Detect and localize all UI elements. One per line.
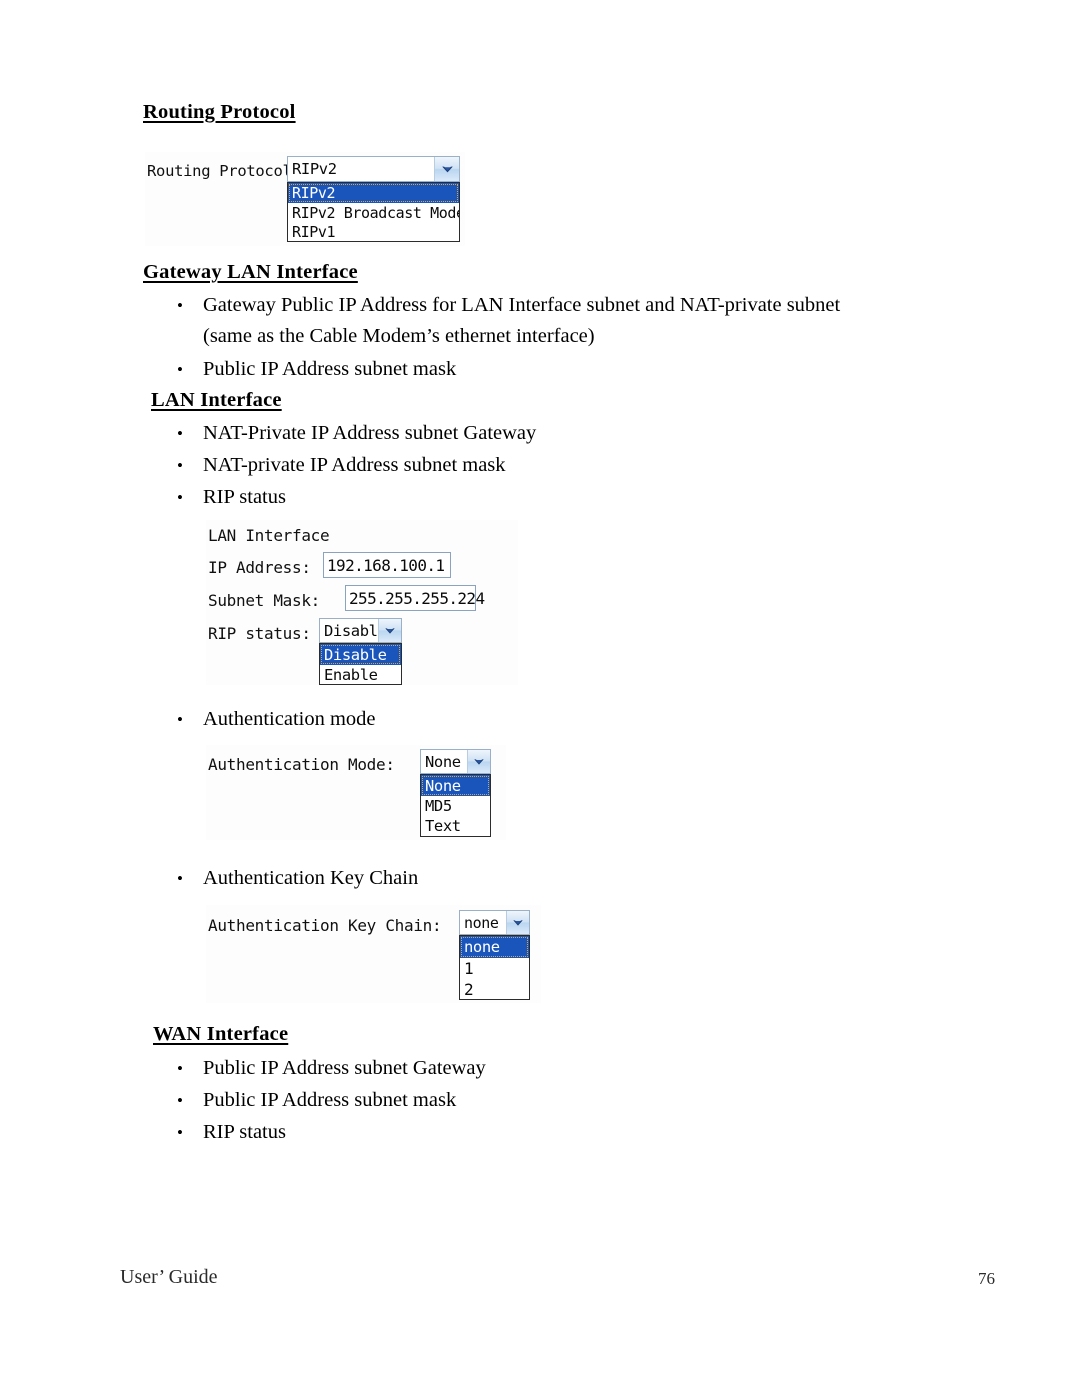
authentication-mode-screenshot: Authentication Mode: None None MD5 Text [206,745,506,840]
list-item-label: RIP status [203,486,286,508]
list-item: • Authentication mode [177,707,376,732]
heading-routing-protocol: Routing Protocol [143,101,296,123]
authentication-key-chain-select-value: none [464,913,499,932]
list-item-continuation: (same as the Cable Modem’s ethernet inte… [203,325,595,347]
authentication-key-chain-label: Authentication Key Chain: [208,916,442,935]
authentication-mode-select-value: None [425,752,461,771]
authentication-key-chain-screenshot: Authentication Key Chain: none none 1 2 [206,905,541,1003]
list-item: • Public IP Address subnet mask [177,357,456,382]
rip-status-option-list[interactable]: Disable Enable [319,643,402,685]
bullet-glyph: • [177,296,183,315]
heading-gateway-lan-interface: Gateway LAN Interface [143,261,358,283]
list-item-label: NAT-private IP Address subnet mask [203,454,506,476]
list-item-label: NAT-Private IP Address subnet Gateway [203,422,537,444]
list-item-label: RIP status [203,1121,286,1143]
list-item-label: Authentication Key Chain [203,867,419,889]
document-page: Routing Protocol Routing Protocol: RIPv2… [0,0,1080,1397]
routing-protocol-label: Routing Protocol: [147,162,301,180]
routing-protocol-screenshot: Routing Protocol: RIPv2 RIPv2 RIPv2 Broa… [145,152,465,246]
bullet-glyph: • [177,488,183,507]
routing-protocol-option-list[interactable]: RIPv2 RIPv2 Broadcast Mode RIPv1 [287,182,460,242]
bullet-glyph: • [177,710,183,729]
list-item: • Authentication Key Chain [177,866,418,891]
bullet-glyph: • [177,869,183,888]
list-item: • Public IP Address subnet Gateway [177,1056,486,1081]
authentication-mode-option[interactable]: MD5 [421,796,490,816]
list-item-label: Public IP Address subnet mask [203,1089,457,1111]
heading-wan-interface: WAN Interface [153,1023,289,1045]
routing-protocol-option[interactable]: RIPv1 [288,222,459,241]
rip-status-select-value: Disable [324,621,378,640]
authentication-key-chain-option[interactable]: none [460,936,529,958]
authentication-mode-option[interactable]: None [421,775,490,796]
lan-interface-screenshot: LAN Interface IP Address: 192.168.100.1 … [206,520,518,685]
rip-status-select[interactable]: Disable [319,618,402,643]
chevron-down-icon[interactable] [434,157,459,181]
subnet-mask-field[interactable]: 255.255.255.224 [345,585,485,611]
authentication-key-chain-select[interactable]: none [459,910,530,935]
authentication-mode-option-list[interactable]: None MD5 Text [420,774,491,837]
list-item: • RIP status [177,1120,286,1145]
list-item: • RIP status [177,485,286,510]
bullet-glyph: • [177,1123,183,1142]
routing-protocol-select-value: RIPv2 [292,160,337,178]
rip-status-option[interactable]: Disable [320,644,401,665]
routing-protocol-select[interactable]: RIPv2 [287,156,460,182]
routing-protocol-option[interactable]: RIPv2 [288,183,459,203]
list-item: • NAT-private IP Address subnet mask [177,453,506,478]
authentication-mode-label: Authentication Mode: [208,755,395,774]
lan-interface-panel-title: LAN Interface [208,526,330,545]
bullet-glyph: • [177,1059,183,1078]
authentication-key-chain-option[interactable]: 1 [460,958,529,979]
ip-address-field[interactable]: 192.168.100.1 [323,552,451,578]
authentication-key-chain-option-list[interactable]: none 1 2 [459,935,530,1000]
list-item-label: Public IP Address subnet mask [203,358,457,380]
list-item-label: Public IP Address subnet Gateway [203,1057,486,1079]
footer-page-number: 76 [978,1269,995,1288]
routing-protocol-option[interactable]: RIPv2 Broadcast Mode [288,203,459,222]
authentication-mode-option[interactable]: Text [421,816,490,836]
list-item-label: Authentication mode [203,708,376,730]
list-item-label: Gateway Public IP Address for LAN Interf… [203,294,841,316]
list-item: • NAT-Private IP Address subnet Gateway [177,421,536,446]
bullet-glyph: • [177,456,183,475]
rip-status-option[interactable]: Enable [320,665,401,684]
authentication-mode-select[interactable]: None [420,749,491,774]
list-item: • Public IP Address subnet mask [177,1088,456,1113]
bullet-glyph: • [177,360,183,379]
ip-address-label: IP Address: [208,558,311,577]
subnet-mask-label: Subnet Mask: [208,591,320,610]
bullet-glyph: • [177,424,183,443]
list-item: • Gateway Public IP Address for LAN Inter… [177,293,840,318]
chevron-down-icon[interactable] [467,750,490,773]
footer-guide-label: User’ Guide [120,1266,218,1288]
heading-lan-interface: LAN Interface [151,389,282,411]
authentication-key-chain-option[interactable]: 2 [460,979,529,999]
chevron-down-icon[interactable] [506,911,529,934]
chevron-down-icon[interactable] [378,619,401,642]
rip-status-label: RIP status: [208,624,311,643]
bullet-glyph: • [177,1091,183,1110]
